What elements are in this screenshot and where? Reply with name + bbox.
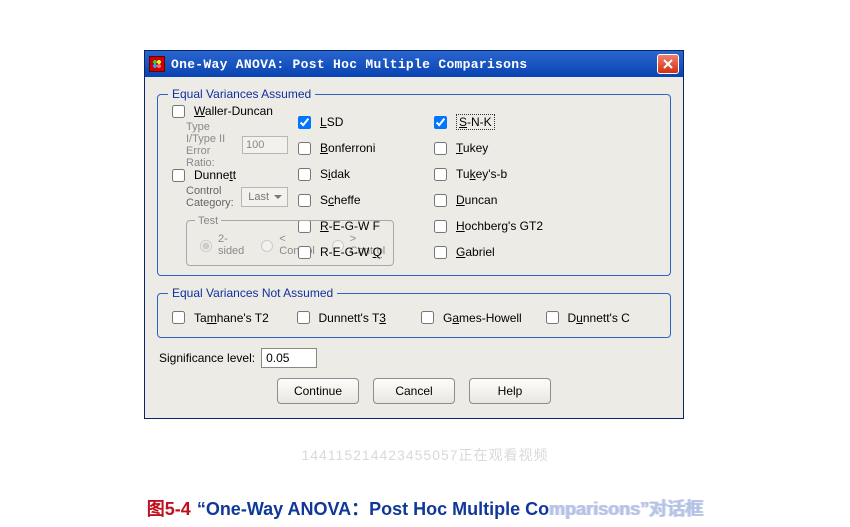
cb-sidak[interactable]: Sidak (294, 165, 424, 184)
sig-input[interactable] (261, 348, 317, 368)
checkbox-tukey[interactable] (434, 142, 447, 155)
equal-grid: LSD S-N-K Waller-Duncan Type I/Type II E… (168, 109, 660, 265)
control-cat-row: Control Category: Last (186, 185, 288, 209)
cb-duncan[interactable]: Duncan (430, 191, 660, 210)
label-dunnetts-c: Dunnett's C (568, 311, 630, 325)
cb-waller-duncan[interactable]: Waller-Duncan (168, 102, 288, 121)
group-unequal-legend: Equal Variances Not Assumed (168, 286, 337, 300)
label-duncan: Duncan (456, 193, 497, 207)
cb-hochberg[interactable]: Hochberg's GT2 (430, 217, 660, 236)
checkbox-sidak[interactable] (298, 168, 311, 181)
err-ratio-input (242, 136, 288, 154)
checkbox-snk[interactable] (434, 116, 447, 129)
dialog-body: Equal Variances Assumed LSD S-N-K Waller… (145, 77, 683, 418)
label-games-howell: Games-Howell (443, 311, 522, 325)
checkbox-dunnett-t3[interactable] (297, 311, 310, 324)
label-bonferroni: Bonferroni (320, 141, 375, 155)
checkbox-dunnett[interactable] (172, 169, 185, 182)
waller-block: Waller-Duncan Type I/Type II Error Ratio… (168, 102, 288, 169)
cb-regwq[interactable]: R-E-G-W Q (294, 243, 424, 262)
checkbox-tamhane[interactable] (172, 311, 185, 324)
label-waller: Waller-Duncan (194, 104, 273, 118)
radio-2sided-input (200, 240, 212, 252)
cb-dunnett-t3[interactable]: Dunnett's T3 (293, 308, 412, 327)
label-sidak: Sidak (320, 167, 350, 181)
checkbox-lsd[interactable] (298, 116, 311, 129)
label-tukey: Tukey (456, 141, 488, 155)
figure-caption: 图5-4“One-Way ANOVA：Post Hoc Multiple Com… (0, 495, 850, 521)
radio-lt-input (261, 240, 273, 252)
app-icon (149, 56, 165, 72)
cb-games-howell[interactable]: Games-Howell (417, 308, 536, 327)
caption-fignum: 图5-4 (147, 499, 191, 519)
test-block: Test 2-sided < Control (168, 213, 288, 266)
cb-tukey[interactable]: Tukey (430, 139, 660, 158)
cb-snk[interactable]: S-N-K (430, 113, 660, 132)
cb-lsd[interactable]: LSD (294, 113, 424, 132)
cancel-button[interactable]: Cancel (373, 378, 455, 404)
watermark-text: 144115214423455057正在观看视频 (0, 445, 850, 465)
cb-tukeys-b[interactable]: Tukey's-b (430, 165, 660, 184)
caption-main: One-Way ANOVA：Post Hoc Multiple Co (206, 499, 549, 519)
radio-2sided: 2-sided (195, 233, 244, 257)
label-lsd: LSD (320, 115, 343, 129)
err-ratio-row: Type I/Type II Error Ratio: (186, 121, 288, 169)
dunnett-block: Dunnett Control Category: Last (168, 166, 288, 209)
cb-gabriel[interactable]: Gabriel (430, 243, 660, 262)
dialog-post-hoc: One-Way ANOVA: Post Hoc Multiple Compari… (144, 50, 684, 419)
checkbox-gabriel[interactable] (434, 246, 447, 259)
sig-label: Significance level: (159, 351, 255, 365)
group-unequal-variances: Equal Variances Not Assumed Tamhane's T2… (157, 286, 671, 338)
checkbox-hochberg[interactable] (434, 220, 447, 233)
close-button[interactable] (657, 54, 679, 74)
checkbox-bonferroni[interactable] (298, 142, 311, 155)
cb-bonferroni[interactable]: Bonferroni (294, 139, 424, 158)
cb-scheffe[interactable]: Scheffe (294, 191, 424, 210)
title-text: One-Way ANOVA: Post Hoc Multiple Compari… (171, 57, 527, 72)
cb-dunnett[interactable]: Dunnett (168, 166, 288, 185)
significance-row: Significance level: (159, 348, 671, 368)
label-dunnett-t3: Dunnett's T3 (319, 311, 386, 325)
checkbox-duncan[interactable] (434, 194, 447, 207)
cb-tamhane[interactable]: Tamhane's T2 (168, 308, 287, 327)
checkbox-games-howell[interactable] (421, 311, 434, 324)
group-equal-variances: Equal Variances Assumed LSD S-N-K Waller… (157, 87, 671, 276)
label-tamhane: Tamhane's T2 (194, 311, 269, 325)
label-scheffe: Scheffe (320, 193, 361, 207)
control-cat-value: Last (248, 191, 269, 203)
err-ratio-label: Type I/Type II Error Ratio: (186, 121, 236, 169)
group-equal-legend: Equal Variances Assumed (168, 87, 315, 101)
label-snk: S-N-K (456, 114, 495, 130)
continue-button[interactable]: Continue (277, 378, 359, 404)
cb-dunnetts-c[interactable]: Dunnett's C (542, 308, 661, 327)
help-button[interactable]: Help (469, 378, 551, 404)
button-row: Continue Cancel Help (157, 378, 671, 406)
titlebar[interactable]: One-Way ANOVA: Post Hoc Multiple Compari… (145, 51, 683, 77)
checkbox-waller[interactable] (172, 105, 185, 118)
control-cat-select: Last (241, 187, 288, 207)
control-cat-label: Control Category: (186, 185, 235, 209)
checkbox-dunnetts-c[interactable] (546, 311, 559, 324)
test-legend: Test (195, 215, 221, 227)
close-icon (663, 59, 673, 69)
label-gabriel: Gabriel (456, 245, 495, 259)
checkbox-tukeys-b[interactable] (434, 168, 447, 181)
label-dunnett: Dunnett (194, 168, 236, 182)
checkbox-scheffe[interactable] (298, 194, 311, 207)
label-regwq: R-E-G-W Q (320, 245, 382, 259)
caption-faded: mparisons”对话框 (549, 499, 703, 519)
checkbox-regwq[interactable] (298, 246, 311, 259)
label-tukeys-b: Tukey's-b (456, 167, 507, 181)
label-hochberg: Hochberg's GT2 (456, 219, 543, 233)
unequal-grid: Tamhane's T2 Dunnett's T3 Games-Howell D… (168, 308, 660, 327)
